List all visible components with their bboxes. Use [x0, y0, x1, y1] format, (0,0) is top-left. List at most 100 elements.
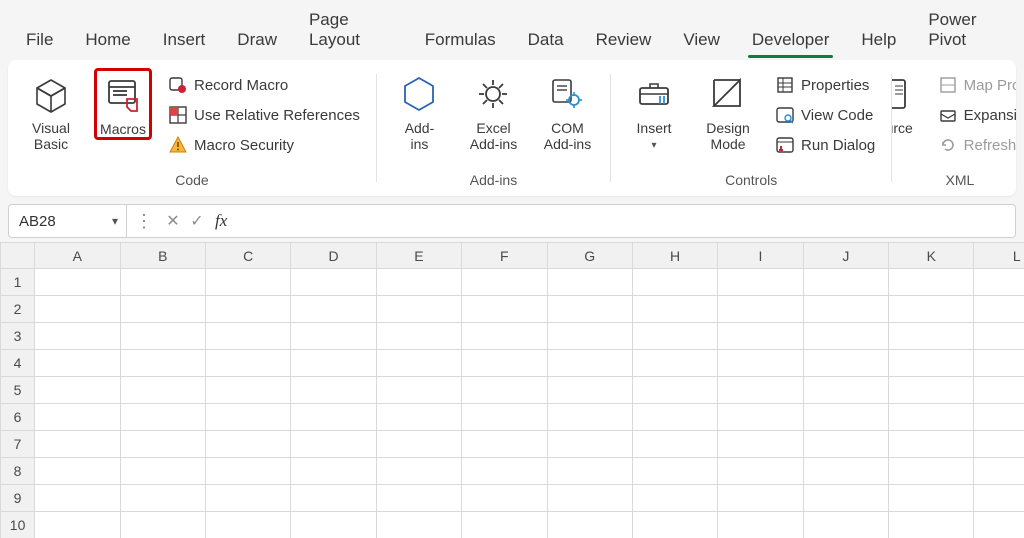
cell[interactable] [35, 269, 120, 296]
design-mode-button[interactable]: Design Mode [697, 68, 759, 152]
cell[interactable] [889, 512, 974, 538]
cell[interactable] [889, 431, 974, 458]
cell[interactable] [803, 404, 888, 431]
cell[interactable] [632, 296, 717, 323]
col-header[interactable]: I [718, 243, 803, 269]
cell[interactable] [376, 485, 461, 512]
cell[interactable] [120, 458, 205, 485]
cell[interactable] [718, 512, 803, 538]
cell[interactable] [205, 296, 290, 323]
cell[interactable] [974, 269, 1024, 296]
cell[interactable] [205, 485, 290, 512]
cell[interactable] [205, 512, 290, 538]
com-addins-button[interactable]: COM Add-ins [536, 68, 598, 152]
cell[interactable] [547, 431, 632, 458]
cell[interactable] [35, 323, 120, 350]
tab-file[interactable]: File [10, 22, 69, 60]
tab-developer[interactable]: Developer [736, 22, 846, 60]
cell[interactable] [35, 350, 120, 377]
expansion-packs-button[interactable]: Expansion Pa [934, 102, 1016, 128]
row-header[interactable]: 3 [1, 323, 35, 350]
cell[interactable] [803, 296, 888, 323]
cell[interactable] [632, 458, 717, 485]
macros-button[interactable]: Macros [94, 68, 152, 140]
cell[interactable] [547, 404, 632, 431]
cell[interactable] [120, 350, 205, 377]
tab-data[interactable]: Data [512, 22, 580, 60]
tab-review[interactable]: Review [580, 22, 668, 60]
visual-basic-button[interactable]: Visual Basic [20, 68, 82, 152]
cell[interactable] [120, 404, 205, 431]
row-header[interactable]: 2 [1, 296, 35, 323]
cell[interactable] [291, 323, 376, 350]
name-box[interactable]: AB28 ▾ [9, 205, 127, 237]
cell[interactable] [889, 269, 974, 296]
cell[interactable] [291, 269, 376, 296]
addins-button[interactable]: Add- ins [388, 68, 450, 152]
cell[interactable] [376, 404, 461, 431]
row-header[interactable]: 9 [1, 485, 35, 512]
col-header[interactable]: C [205, 243, 290, 269]
cell[interactable] [889, 485, 974, 512]
tab-page-layout[interactable]: Page Layout [293, 2, 409, 60]
cell[interactable] [632, 512, 717, 538]
cell[interactable] [462, 350, 547, 377]
cell[interactable] [35, 512, 120, 538]
tab-draw[interactable]: Draw [221, 22, 293, 60]
cell[interactable] [547, 458, 632, 485]
cell[interactable] [291, 512, 376, 538]
cell[interactable] [376, 458, 461, 485]
run-dialog-button[interactable]: Run Dialog [771, 132, 879, 158]
cell[interactable] [462, 296, 547, 323]
cell[interactable] [376, 323, 461, 350]
use-relative-refs-button[interactable]: Use Relative References [164, 102, 364, 128]
tab-power-pivot[interactable]: Power Pivot [912, 2, 1024, 60]
cell[interactable] [718, 269, 803, 296]
cell[interactable] [889, 404, 974, 431]
cell[interactable] [547, 350, 632, 377]
cell[interactable] [35, 458, 120, 485]
cell[interactable] [376, 296, 461, 323]
tab-insert[interactable]: Insert [147, 22, 222, 60]
cell[interactable] [889, 323, 974, 350]
cell[interactable] [547, 485, 632, 512]
cell[interactable] [974, 458, 1024, 485]
cell[interactable] [974, 296, 1024, 323]
cell[interactable] [547, 512, 632, 538]
col-header[interactable]: H [632, 243, 717, 269]
cell[interactable] [632, 377, 717, 404]
cell[interactable] [35, 296, 120, 323]
insert-function-button[interactable]: fx [209, 211, 233, 231]
cell[interactable] [974, 404, 1024, 431]
cell[interactable] [547, 323, 632, 350]
cell[interactable] [462, 512, 547, 538]
cell[interactable] [547, 377, 632, 404]
col-header[interactable]: J [803, 243, 888, 269]
cell[interactable] [120, 512, 205, 538]
properties-button[interactable]: Properties [771, 72, 879, 98]
col-header[interactable]: B [120, 243, 205, 269]
cell[interactable] [376, 269, 461, 296]
cell[interactable] [35, 431, 120, 458]
cell[interactable] [291, 404, 376, 431]
cell[interactable] [974, 377, 1024, 404]
cell[interactable] [376, 512, 461, 538]
col-header[interactable]: D [291, 243, 376, 269]
cell[interactable] [889, 350, 974, 377]
cell[interactable] [718, 377, 803, 404]
view-code-button[interactable]: View Code [771, 102, 879, 128]
cell[interactable] [291, 431, 376, 458]
source-button[interactable]: Source [892, 68, 922, 136]
cell[interactable] [803, 431, 888, 458]
cell[interactable] [120, 485, 205, 512]
cell[interactable] [632, 404, 717, 431]
excel-addins-button[interactable]: Excel Add-ins [462, 68, 524, 152]
cell[interactable] [376, 431, 461, 458]
col-header[interactable]: G [547, 243, 632, 269]
cell[interactable] [205, 458, 290, 485]
cell[interactable] [718, 431, 803, 458]
cell[interactable] [462, 377, 547, 404]
cell[interactable] [974, 431, 1024, 458]
cell[interactable] [376, 377, 461, 404]
cell[interactable] [803, 323, 888, 350]
